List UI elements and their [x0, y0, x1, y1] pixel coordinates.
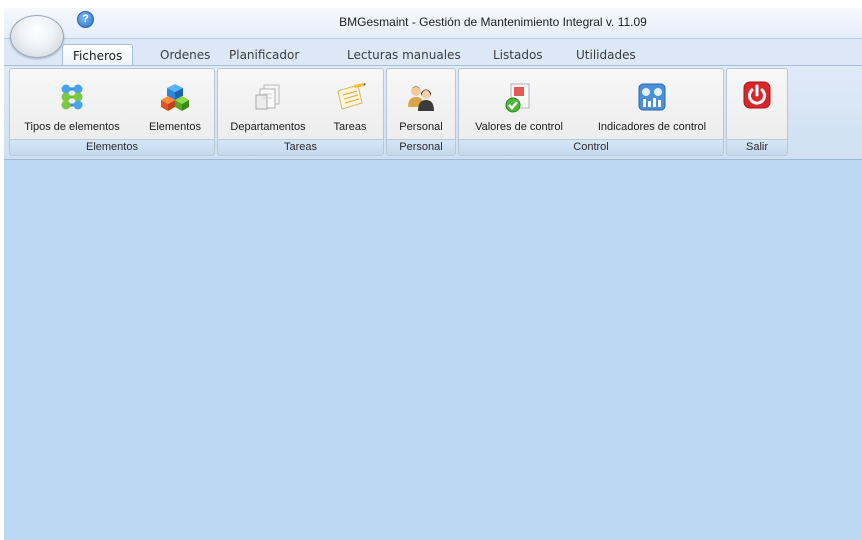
- element-types-icon: [61, 84, 83, 110]
- salir-button[interactable]: [729, 69, 785, 139]
- tareas-label: Tareas: [333, 121, 367, 133]
- document-check-icon: [505, 83, 530, 113]
- title-bar: ? BMGesmaint - Gestión de Mantenimiento …: [4, 8, 862, 39]
- workspace-area: [4, 160, 862, 540]
- group-control: Valores de control Indicadores de contro…: [458, 68, 724, 156]
- window-title: BMGesmaint - Gestión de Mantenimiento In…: [339, 15, 647, 29]
- ribbon-tab-strip: Ficheros Ordenes Planificador Lecturas m…: [4, 39, 862, 66]
- group-tareas: Departamentos Tareas Tareas: [217, 68, 384, 156]
- group-elementos: Tipos de elementos Elementos Elementos: [9, 68, 215, 156]
- departamentos-label: Departamentos: [230, 121, 306, 133]
- elementos-button[interactable]: Elementos: [140, 69, 210, 139]
- group-label-personal: Personal: [387, 139, 455, 155]
- gauges-icon: [638, 83, 666, 111]
- personal-label: Personal: [399, 121, 443, 133]
- valores-de-control-button[interactable]: Valores de control: [461, 69, 577, 139]
- tab-ordenes[interactable]: Ordenes: [150, 44, 220, 66]
- users-icon: [408, 86, 434, 111]
- indicadores-de-control-label: Indicadores de control: [597, 121, 707, 133]
- tipos-de-elementos-button[interactable]: Tipos de elementos: [12, 69, 132, 139]
- documents-icon: [255, 84, 280, 110]
- tab-planificador[interactable]: Planificador: [219, 44, 309, 66]
- group-label-elementos: Elementos: [10, 139, 214, 155]
- tab-ficheros[interactable]: Ficheros: [62, 44, 134, 66]
- notepad-pencil-icon: [337, 83, 366, 110]
- group-salir: Salir: [726, 68, 788, 156]
- group-label-tareas: Tareas: [218, 139, 383, 155]
- group-personal: Personal Personal: [386, 68, 456, 156]
- tab-utilidades[interactable]: Utilidades: [566, 44, 646, 66]
- elementos-label: Elementos: [149, 121, 201, 133]
- tareas-button[interactable]: Tareas: [322, 69, 378, 139]
- ribbon: Tipos de elementos Elementos Elementos D…: [4, 65, 862, 160]
- tab-lecturas-manuales[interactable]: Lecturas manuales: [337, 44, 471, 66]
- app-window: ? BMGesmaint - Gestión de Mantenimiento …: [4, 8, 862, 540]
- cubes-icon: [161, 84, 189, 111]
- group-label-salir: Salir: [727, 139, 787, 155]
- power-icon: [743, 81, 771, 109]
- group-label-control: Control: [459, 139, 723, 155]
- valores-de-control-label: Valores de control: [475, 121, 563, 133]
- indicadores-de-control-button[interactable]: Indicadores de control: [585, 69, 719, 139]
- departamentos-button[interactable]: Departamentos: [220, 69, 316, 139]
- personal-button[interactable]: Personal: [389, 69, 453, 139]
- tipos-de-elementos-label: Tipos de elementos: [24, 121, 120, 133]
- tab-listados[interactable]: Listados: [483, 44, 553, 66]
- application-menu-button[interactable]: [10, 15, 64, 58]
